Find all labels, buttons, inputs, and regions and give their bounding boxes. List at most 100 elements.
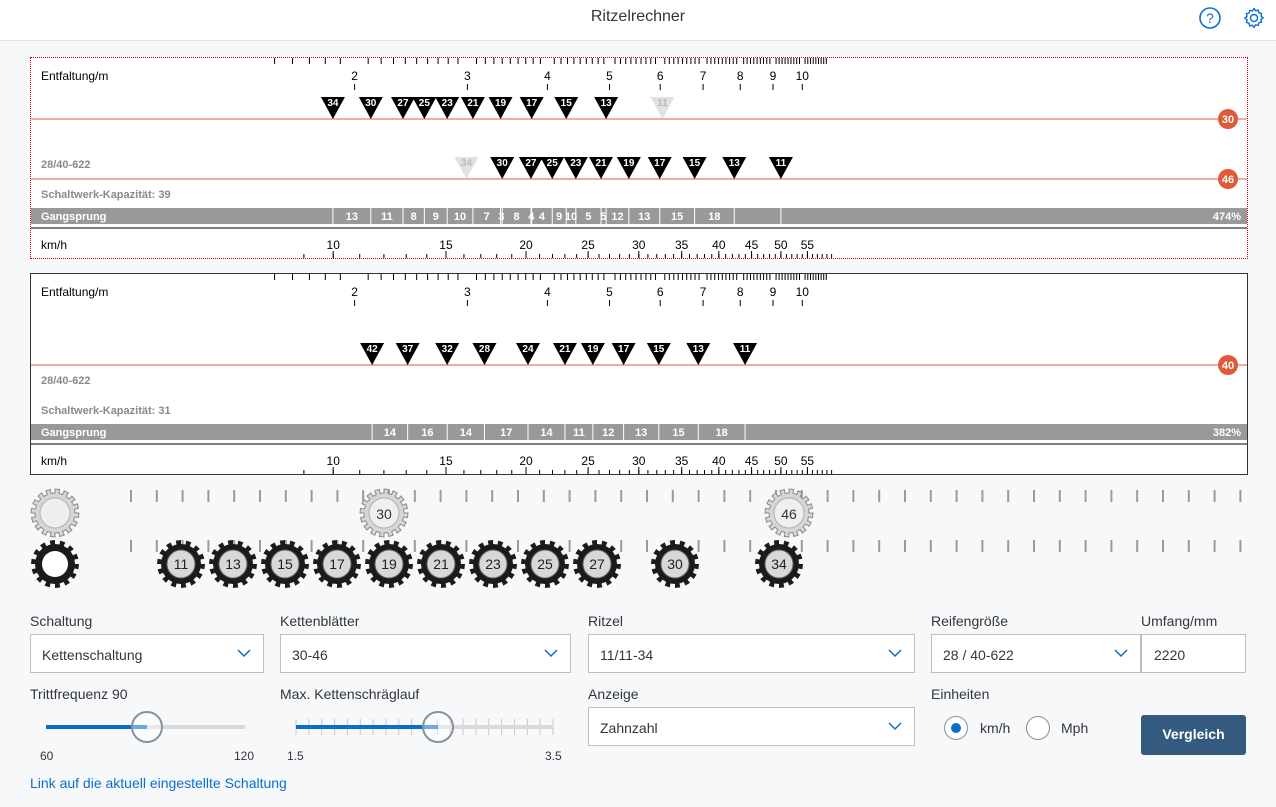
gear-marker-label: 28 [479, 344, 491, 355]
sprocket-label: 19 [381, 556, 397, 572]
vergleich-button[interactable]: Vergleich [1141, 715, 1246, 755]
top-tick-label: 8 [737, 285, 744, 299]
gangsprung-value: 7 [484, 211, 490, 223]
gangsprung-value: 17 [500, 427, 512, 439]
top-tick-label: 10 [796, 69, 810, 83]
kmh-tick-label: 55 [801, 238, 815, 252]
comparison-chart-2[interactable]: 2 3 4 5 6 7 8 9 10 40 42 37 32 28 24 21 19 17 15 13 11 Gangsp… [30, 273, 1248, 475]
comparison-chart-1[interactable]: 2 3 4 5 6 7 8 9 10 30 34 30 27 25 23 21 19 17 15 13 11 46 34 30… [30, 57, 1248, 259]
reifen-value: 28 / 40-622 [943, 647, 1014, 663]
kettenblaetter-select[interactable]: 30-46 [280, 634, 571, 673]
top-tick-label: 2 [351, 285, 358, 299]
gangsprung-label: Gangsprung [41, 211, 106, 223]
chainring-badge-label: 46 [1222, 174, 1234, 186]
top-tick-label: 9 [770, 285, 777, 299]
gangsprung-value: 4 [528, 211, 535, 223]
slider-handle[interactable] [422, 711, 454, 743]
app-header: Ritzelrechner ? [0, 0, 1276, 41]
top-tick-label: 7 [700, 285, 707, 299]
top-tick-label: 2 [351, 69, 358, 83]
gear-marker-label: 25 [419, 98, 431, 109]
chevron-down-icon [237, 649, 251, 658]
gear-marker-label: 19 [623, 158, 635, 169]
gear-marker-label: 37 [402, 344, 414, 355]
gear-marker-label: 27 [525, 158, 537, 169]
gangsprung-value: 14 [384, 427, 397, 439]
gear-marker-label: 15 [689, 158, 701, 169]
radio-kmh-label[interactable]: km/h [980, 720, 1010, 736]
trittfrequenz-slider[interactable] [30, 708, 260, 748]
gear-marker-label: 34 [461, 158, 473, 169]
top-tick-label: 10 [796, 285, 810, 299]
schraeglauf-max: 3.5 [545, 749, 562, 763]
gear-marker-label: 30 [497, 158, 509, 169]
gear-marker-label: 21 [559, 344, 571, 355]
gangsprung-value: 9 [433, 211, 439, 223]
schraeglauf-slider[interactable] [280, 708, 570, 748]
gear-marker-label: 13 [729, 158, 741, 169]
gear-marker-label: 19 [495, 98, 507, 109]
radio-kmh[interactable] [944, 716, 968, 740]
sprocket-label: 11 [174, 556, 189, 572]
umfang-label: Umfang/mm [1141, 613, 1218, 629]
tire-label: 28/40-622 [41, 375, 91, 387]
chainring-badge-label: 30 [1222, 114, 1234, 126]
anzeige-select[interactable]: Zahnzahl [588, 707, 915, 746]
kmh-tick-label: 15 [439, 238, 453, 252]
settings-gear-icon[interactable] [1242, 6, 1266, 30]
sprocket-label: 34 [771, 556, 787, 572]
gangsprung-value: 12 [611, 211, 623, 223]
gear-marker-label: 42 [367, 344, 379, 355]
gear-marker-label: 17 [654, 158, 666, 169]
top-tick-label: 3 [464, 69, 471, 83]
chainring-hub [39, 497, 71, 529]
trittfrequenz-label: Trittfrequenz 90 [30, 686, 128, 702]
gear-marker-label: 15 [561, 98, 573, 109]
chevron-down-icon [888, 649, 902, 658]
umfang-input[interactable]: 2220 [1141, 634, 1246, 673]
gear-marker-label: 19 [587, 344, 599, 355]
gear-marker-label: 17 [618, 344, 630, 355]
schaltung-select[interactable]: Kettenschaltung [30, 634, 264, 673]
radio-mph-label[interactable]: Mph [1061, 720, 1088, 736]
top-tick-label: 4 [544, 69, 551, 83]
trittfrequenz-min: 60 [40, 749, 54, 763]
chainring-label: 30 [376, 506, 392, 522]
kmh-tick-label: 10 [327, 454, 341, 468]
kmh-tick-label: 20 [519, 238, 533, 252]
top-tick-label: 4 [544, 285, 551, 299]
top-tick-label: 8 [737, 69, 744, 83]
gangsprung-value: 10 [565, 211, 577, 223]
gangsprung-value: 13 [635, 427, 647, 439]
radio-mph[interactable] [1026, 716, 1050, 740]
kmh-tick-label: 50 [774, 238, 788, 252]
chevron-down-icon [888, 722, 902, 731]
gear-marker-label: 24 [522, 344, 534, 355]
schaltung-link[interactable]: Link auf die aktuell eingestellte Schalt… [30, 775, 287, 791]
gangsprung-value: 9 [556, 211, 562, 223]
schaltung-value: Kettenschaltung [42, 647, 143, 663]
gangsprung-value: 11 [381, 211, 393, 223]
kmh-tick-label: 25 [581, 238, 595, 252]
empty-sprocket-hub [42, 551, 68, 577]
ritzel-select[interactable]: 11/11-34 [588, 634, 915, 673]
help-icon[interactable]: ? [1198, 6, 1222, 30]
reifen-select[interactable]: 28 / 40-622 [931, 634, 1141, 673]
gear-marker-label: 13 [601, 98, 613, 109]
kmh-tick-label: 55 [801, 454, 815, 468]
slider-handle[interactable] [131, 711, 163, 743]
top-tick-label: 5 [606, 69, 613, 83]
top-tick-label: 6 [657, 69, 664, 83]
gangsprung-value: 3 [498, 211, 504, 223]
schraeglauf-label: Max. Kettenschräglauf [280, 686, 420, 702]
kettenblaetter-label: Kettenblätter [280, 613, 360, 629]
sprocket-label: 13 [225, 556, 241, 572]
kmh-tick-label: 30 [632, 454, 646, 468]
kmh-label: km/h [41, 454, 68, 468]
gear-marker-label: 25 [547, 158, 559, 169]
capacity-label: Schaltwerk-Kapazität: 31 [41, 405, 171, 417]
chevron-down-icon [1114, 649, 1128, 658]
kmh-label: km/h [41, 238, 68, 252]
top-tick-label: 6 [657, 285, 664, 299]
gangsprung-value: 18 [708, 211, 720, 223]
